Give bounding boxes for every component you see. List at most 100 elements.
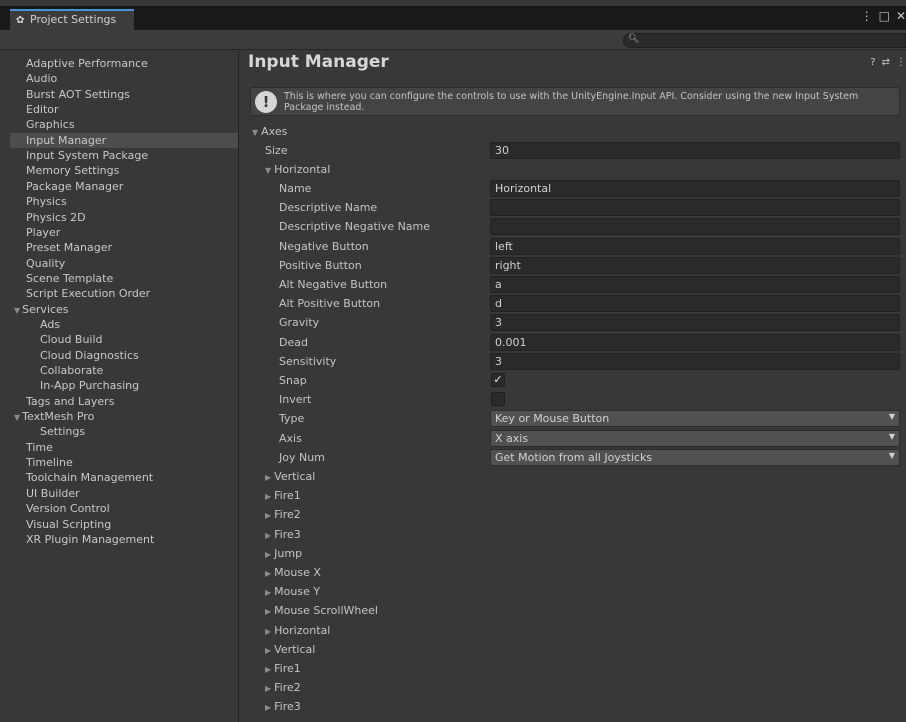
alt-negative-button-field[interactable]: a bbox=[490, 276, 900, 293]
sidebar-item-collaborate[interactable]: Collaborate bbox=[10, 363, 238, 378]
sidebar-item-xr-plugin-management[interactable]: XR Plugin Management bbox=[10, 532, 238, 547]
dead-field[interactable]: 0.001 bbox=[490, 333, 900, 351]
sidebar-item-version-control[interactable]: Version Control bbox=[10, 501, 238, 516]
sidebar-item-label: Script Execution Order bbox=[26, 287, 151, 301]
axis-name: Fire1 bbox=[274, 662, 301, 675]
alt-positive-button-field[interactable]: d bbox=[490, 295, 900, 313]
axis-foldout-horizontal[interactable]: ▶ Horizontal bbox=[240, 621, 906, 640]
field-row-name: Name Horizontal bbox=[240, 179, 906, 198]
collapsed-arrow-icon: ▶ bbox=[265, 703, 272, 713]
axis-foldout-vertical[interactable]: ▶ Vertical bbox=[240, 467, 906, 486]
sidebar-item-in-app-purchasing[interactable]: In-App Purchasing bbox=[10, 378, 238, 393]
sidebar-item-label: Package Manager bbox=[26, 179, 124, 193]
sidebar-item-textmesh-pro[interactable]: ▼ TextMesh Pro bbox=[10, 409, 238, 424]
sidebar-item-visual-scripting[interactable]: Visual Scripting bbox=[10, 517, 238, 532]
search-input[interactable]: 🔍︎ bbox=[623, 33, 906, 48]
sidebar-item-player[interactable]: Player bbox=[10, 225, 238, 240]
collapsed-arrow-icon: ▶ bbox=[265, 492, 272, 502]
sidebar-item-burst-aot-settings[interactable]: Burst AOT Settings bbox=[10, 87, 238, 102]
negative-button-field[interactable]: left bbox=[490, 237, 900, 255]
sidebar-item-package-manager[interactable]: Package Manager bbox=[10, 179, 238, 194]
axis-foldout-jump[interactable]: ▶ Jump bbox=[240, 544, 906, 563]
descriptive-name-field[interactable] bbox=[490, 199, 900, 217]
sidebar-item-physics[interactable]: Physics bbox=[10, 194, 238, 209]
sidebar-item-label: Services bbox=[22, 302, 69, 316]
axes-foldout[interactable]: ▼ Axes bbox=[240, 122, 906, 141]
joy-num-dropdown[interactable]: Get Motion from all Joysticks ▼ bbox=[490, 448, 900, 466]
axis-dropdown[interactable]: X axis ▼ bbox=[490, 429, 900, 447]
sidebar-item-quality[interactable]: Quality bbox=[10, 256, 238, 271]
axis-foldout-mouse-x[interactable]: ▶ Mouse X bbox=[240, 563, 906, 582]
sidebar-item-cloud-diagnostics[interactable]: Cloud Diagnostics bbox=[10, 348, 238, 363]
sidebar-item-label: Timeline bbox=[26, 456, 73, 470]
project-settings-window: ✿ Project Settings ⋮ □ ✕ 🔍︎ Adaptive Perfor… bbox=[0, 0, 906, 722]
expanded-arrow-icon[interactable]: ▼ bbox=[14, 413, 20, 422]
gravity-field[interactable]: 3 bbox=[490, 314, 900, 332]
sidebar-item-toolchain-management[interactable]: Toolchain Management bbox=[10, 470, 238, 485]
axis-foldout-fire2[interactable]: ▶ Fire2 bbox=[240, 678, 906, 697]
sidebar-item-graphics[interactable]: Graphics bbox=[10, 117, 238, 132]
field-row-alt-positive-button: Alt Positive Button d bbox=[240, 294, 906, 313]
field-row-type: Type Key or Mouse Button ▼ bbox=[240, 409, 906, 428]
positive-button-field[interactable]: right bbox=[490, 256, 900, 274]
sidebar-item-label: Scene Template bbox=[26, 271, 114, 285]
sidebar-item-input-manager[interactable]: Input Manager bbox=[10, 132, 238, 148]
collapsed-arrow-icon: ▶ bbox=[265, 473, 272, 482]
sidebar-item-services[interactable]: ▼ Services bbox=[10, 302, 238, 317]
sidebar-item-audio[interactable]: Audio bbox=[10, 71, 238, 86]
maximize-icon[interactable]: □ bbox=[879, 9, 890, 23]
sidebar-item-label: Memory Settings bbox=[26, 164, 120, 178]
sidebar-item-label: Audio bbox=[26, 72, 58, 86]
sidebar-item-label: Quality bbox=[26, 256, 66, 270]
close-icon[interactable]: ✕ bbox=[896, 9, 906, 23]
sidebar-item-tags-and-layers[interactable]: Tags and Layers bbox=[10, 394, 238, 409]
axis-foldout-fire3[interactable]: ▶ Fire3 bbox=[240, 525, 906, 544]
field-label: Gravity bbox=[279, 316, 320, 330]
sidebar-item-timeline[interactable]: Timeline bbox=[10, 455, 238, 470]
sidebar-item-cloud-build[interactable]: Cloud Build bbox=[10, 332, 238, 347]
sidebar-item-memory-settings[interactable]: Memory Settings bbox=[10, 163, 238, 178]
field-row-dead: Dead 0.001 bbox=[240, 333, 906, 352]
axis-foldout-fire2[interactable]: ▶ Fire2 bbox=[240, 505, 906, 524]
horizontal-foldout[interactable]: ▼ Horizontal bbox=[240, 160, 906, 179]
dropdown-value: Key or Mouse Button bbox=[495, 412, 610, 426]
name-field[interactable]: Horizontal bbox=[490, 180, 900, 197]
expanded-arrow-icon[interactable]: ▼ bbox=[14, 306, 20, 315]
axis-foldout-fire1[interactable]: ▶ Fire1 bbox=[240, 486, 906, 505]
axis-foldout-vertical[interactable]: ▶ Vertical bbox=[240, 640, 906, 659]
field-label: Descriptive Negative Name bbox=[279, 220, 431, 234]
axis-foldout-mouse-y[interactable]: ▶ Mouse Y bbox=[240, 582, 906, 601]
descriptive-negative-name-field[interactable] bbox=[490, 218, 900, 236]
sidebar-item-ui-builder[interactable]: UI Builder bbox=[10, 486, 238, 501]
collapsed-arrow-icon: ▶ bbox=[265, 626, 272, 636]
sidebar-item-adaptive-performance[interactable]: Adaptive Performance bbox=[10, 56, 238, 71]
more-options-icon[interactable]: ⋮ bbox=[896, 57, 906, 68]
sidebar-item-editor[interactable]: Editor bbox=[10, 102, 238, 117]
axis-foldout-fire3[interactable]: ▶ Fire3 bbox=[240, 697, 906, 716]
axis-name: Mouse Y bbox=[274, 585, 321, 599]
sidebar-item-physics-2d[interactable]: Physics 2D bbox=[10, 210, 238, 225]
invert-checkbox[interactable] bbox=[491, 392, 505, 407]
type-dropdown[interactable]: Key or Mouse Button ▼ bbox=[490, 410, 900, 428]
sensitivity-field[interactable]: 3 bbox=[490, 352, 900, 370]
snap-checkbox[interactable]: ✓ bbox=[491, 373, 505, 387]
sidebar-item-script-execution-order[interactable]: Script Execution Order bbox=[10, 286, 238, 301]
preset-icon[interactable]: ⇄ bbox=[882, 57, 890, 68]
tab-project-settings[interactable]: ✿ Project Settings bbox=[10, 9, 134, 30]
help-icon[interactable]: ? bbox=[870, 57, 875, 68]
info-box: ! This is where you can configure the co… bbox=[250, 87, 900, 116]
sidebar-item-label: Input System Package bbox=[26, 149, 149, 163]
more-options-icon[interactable]: ⋮ bbox=[861, 9, 873, 23]
sidebar-item-label: Burst AOT Settings bbox=[26, 87, 130, 101]
sidebar-item-time[interactable]: Time bbox=[10, 440, 238, 455]
size-field[interactable]: 30 bbox=[490, 142, 900, 159]
sidebar-item-scene-template[interactable]: Scene Template bbox=[10, 271, 238, 286]
sidebar-item-ads[interactable]: Ads bbox=[10, 317, 238, 332]
sidebar-item-preset-manager[interactable]: Preset Manager bbox=[10, 240, 238, 255]
sidebar-item-settings[interactable]: Settings bbox=[10, 424, 238, 439]
axis-foldout-fire1[interactable]: ▶ Fire1 bbox=[240, 659, 906, 678]
axis-foldout-mouse-scrollwheel[interactable]: ▶ Mouse ScrollWheel bbox=[240, 601, 906, 620]
collapsed-arrow-icon: ▶ bbox=[265, 645, 272, 655]
sidebar-item-input-system-package[interactable]: Input System Package bbox=[10, 148, 238, 163]
sidebar-item-label: UI Builder bbox=[26, 486, 80, 500]
